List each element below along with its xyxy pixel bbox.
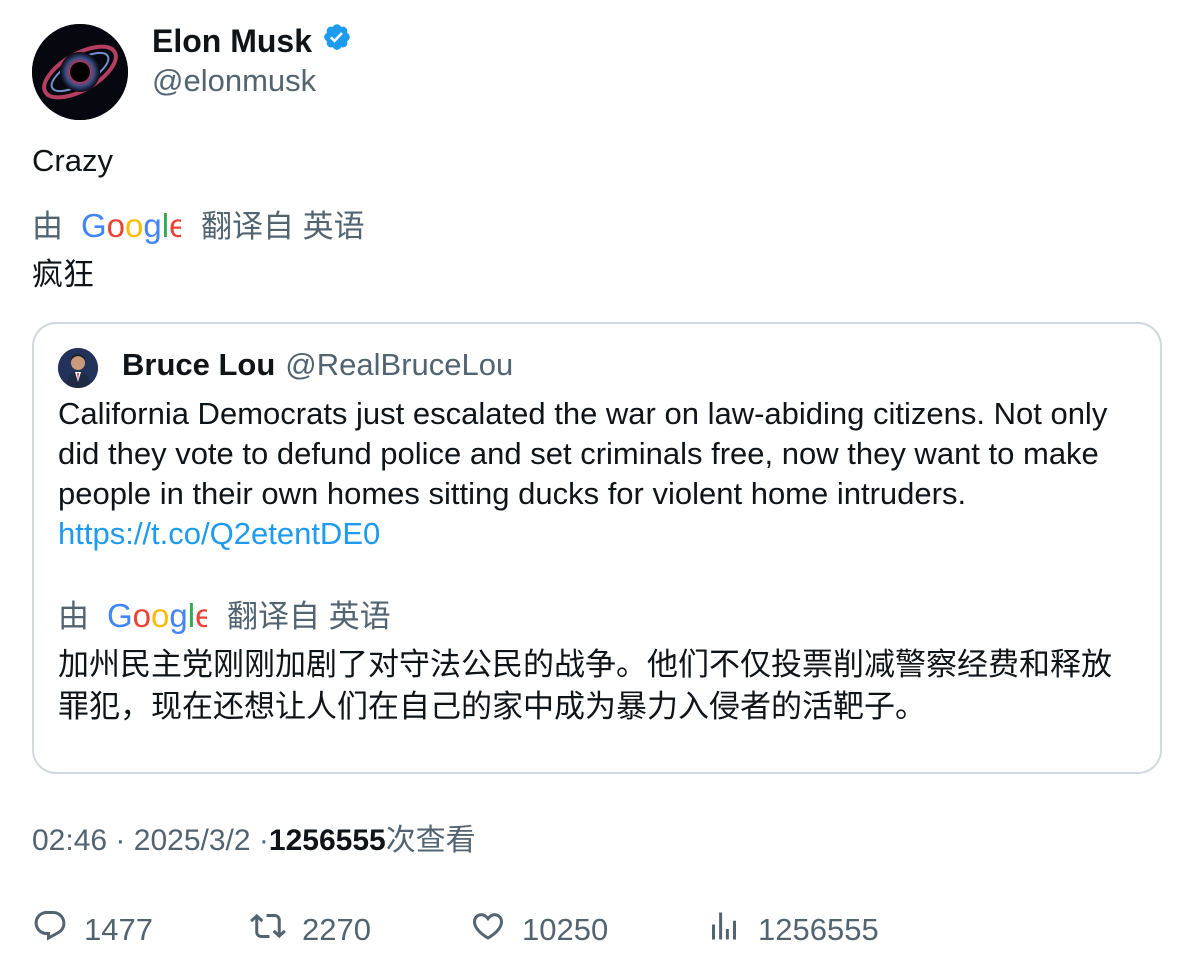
quote-author-row[interactable]: Bruce Lou @RealBruceLou [122,346,513,384]
quote-translated-text: 加州民主党刚刚加剧了对守法公民的战争。他们不仅投票削减警察经费和释放罪犯，现在还… [58,647,1112,724]
tweet-date[interactable]: 2025/3/2 [134,824,251,857]
google-logo: Google [107,599,207,635]
svg-text:Google: Google [81,209,181,244]
quote-text: California Democrats just escalated the … [58,396,1108,511]
retweet-button[interactable]: 2270 [250,908,371,952]
quote-author-avatar[interactable] [58,348,98,388]
quote-tweet-card[interactable]: Bruce Lou @RealBruceLou California Democ… [32,322,1162,774]
google-logo: Google [81,209,181,245]
reply-count: 1477 [84,912,153,947]
retweet-count: 2270 [302,912,371,947]
author-handle[interactable]: @elonmusk [152,62,316,100]
quote-author-name[interactable]: Bruce Lou [122,346,275,384]
translation-attribution: 由 Google 翻译自 英语 [32,208,365,246]
quote-link[interactable]: https://t.co/Q2etentDE0 [58,516,380,551]
meta-separator: · [115,824,126,857]
quote-translation-attribution: 由 Google 翻译自 英语 [58,598,391,636]
author-avatar[interactable] [32,24,128,120]
retweet-icon [250,908,286,952]
quote-author-handle[interactable]: @RealBruceLou [285,346,513,384]
like-button[interactable]: 10250 [470,908,608,952]
tweet-time[interactable]: 02:46 [32,824,107,857]
tweet-meta: 02:46 · 2025/3/2 ·1256555次查看 [32,822,476,860]
translation-suffix: 翻译自 英语 [201,209,365,244]
views-button[interactable]: 1256555 [706,908,879,952]
author-name[interactable]: Elon Musk [152,22,312,60]
quote-translation-suffix: 翻译自 英语 [227,599,391,634]
views-label: 次查看 [385,824,476,857]
verified-badge-icon [322,22,352,60]
tweet-text: Crazy [32,143,113,178]
like-count: 10250 [522,912,609,947]
action-bar: 1477 2270 10250 1256555 [0,908,1196,952]
reply-icon [32,908,68,952]
meta-separator: · [258,824,269,857]
heart-icon [470,908,506,952]
translated-text: 疯狂 [32,257,94,292]
quote-translation-prefix: 由 [58,599,89,634]
author-name-row[interactable]: Elon Musk [152,22,352,60]
translation-prefix: 由 [32,209,63,244]
analytics-icon [706,908,742,952]
quote-text-block: California Democrats just escalated the … [58,394,1138,554]
svg-text:Google: Google [107,599,207,634]
views-count: 1256555 [268,824,386,857]
views-action-count: 1256555 [758,912,879,947]
reply-button[interactable]: 1477 [32,908,153,952]
